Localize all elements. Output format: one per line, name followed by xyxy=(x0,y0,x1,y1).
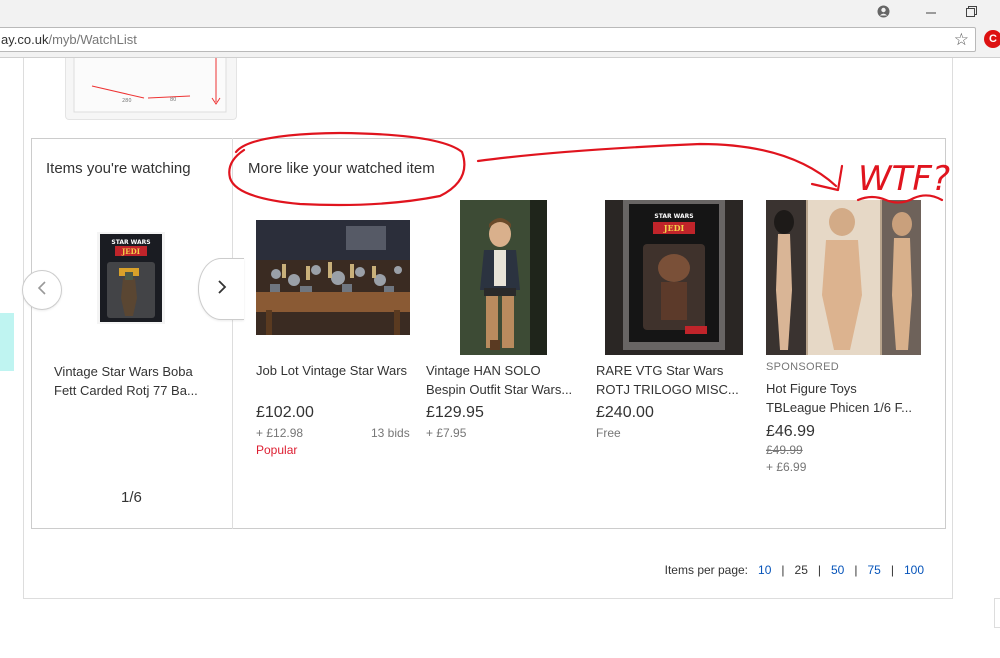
account-icon[interactable] xyxy=(868,0,898,22)
similar-item-3-price: £240.00 xyxy=(596,404,654,421)
popular-badge: Popular xyxy=(256,443,298,457)
restore-icon[interactable] xyxy=(956,0,986,22)
per-page-10[interactable]: 10 xyxy=(758,563,771,577)
per-page-25[interactable]: 25 xyxy=(795,563,808,577)
items-per-page-label: Items per page: xyxy=(664,563,749,577)
feedback-tab[interactable] xyxy=(994,598,1000,628)
similar-item-4-was-price: £49.99 xyxy=(766,443,803,457)
svg-text:JEDI: JEDI xyxy=(663,223,685,233)
pager-separator: | xyxy=(781,563,785,577)
pager-separator: | xyxy=(817,563,821,577)
boba-fett-image[interactable]: STAR WARS JEDI xyxy=(97,232,165,324)
similar-item-2-title[interactable]: Vintage HAN SOLO Bespin Outfit Star Wars… xyxy=(426,361,584,399)
job-lot-image[interactable] xyxy=(256,220,410,335)
svg-text:STAR WARS: STAR WARS xyxy=(111,239,150,246)
carousel-next-button[interactable] xyxy=(198,258,244,320)
chevron-right-icon xyxy=(217,279,227,299)
svg-text:280: 280 xyxy=(122,98,132,104)
per-page-50[interactable]: 50 xyxy=(831,563,844,577)
sponsored-label: SPONSORED xyxy=(766,361,839,373)
similar-item-4-title[interactable]: Hot Figure Toys TBLeague Phicen 1/6 F... xyxy=(766,379,924,417)
window-titlebar xyxy=(0,0,1000,22)
per-page-100[interactable]: 100 xyxy=(904,563,924,577)
similar-item-3-shipping: Free xyxy=(596,426,621,440)
watched-item-thumbnail[interactable]: 280 80 xyxy=(65,58,237,120)
module-divider xyxy=(232,138,233,529)
side-accent xyxy=(0,313,14,371)
url-text[interactable]: ay.co.uk/myb/WatchList xyxy=(0,32,137,47)
watching-heading: Items you're watching xyxy=(46,160,191,177)
han-solo-image[interactable] xyxy=(460,200,547,355)
carousel-counter: 1/6 xyxy=(121,489,142,506)
similar-heading: More like your watched item xyxy=(248,160,435,177)
bookmark-star-icon[interactable]: ☆ xyxy=(954,30,969,50)
similar-item-1-shipping: + £12.98 xyxy=(256,426,304,440)
similar-item-3-title[interactable]: RARE VTG Star Wars ROTJ TRILOGO MISC... xyxy=(596,361,754,399)
minimize-icon[interactable] xyxy=(916,0,946,22)
phicen-figure-image[interactable] xyxy=(766,200,921,355)
svg-text:STAR WARS: STAR WARS xyxy=(654,213,693,220)
items-per-page: Items per page: 10 | 25 | 50 | 75 | 100 xyxy=(665,563,924,577)
similar-item-4-shipping: + £6.99 xyxy=(766,460,807,474)
browser-toolbar: ay.co.uk/myb/WatchList ☆ xyxy=(0,22,1000,58)
per-page-75[interactable]: 75 xyxy=(867,563,880,577)
pager-separator: | xyxy=(890,563,894,577)
trilogo-image[interactable]: STAR WARS JEDI xyxy=(605,200,743,355)
extension-icon[interactable]: C xyxy=(984,30,1000,48)
similar-item-2-price: £129.95 xyxy=(426,404,484,421)
similar-item-1-price: £102.00 xyxy=(256,404,314,421)
similar-item-1-bids: 13 bids xyxy=(371,426,410,440)
similar-item-2-shipping: + £7.95 xyxy=(426,426,467,440)
chevron-left-icon xyxy=(37,280,47,300)
similar-item-1-title[interactable]: Job Lot Vintage Star Wars xyxy=(256,361,414,380)
svg-text:80: 80 xyxy=(170,97,176,103)
svg-text:JEDI: JEDI xyxy=(121,247,140,256)
address-bar[interactable]: ay.co.uk/myb/WatchList ☆ xyxy=(0,27,976,52)
pager-separator: | xyxy=(854,563,858,577)
carousel-prev-button[interactable] xyxy=(22,270,62,310)
similar-item-4-price: £46.99 xyxy=(766,423,815,440)
watching-item-title[interactable]: Vintage Star Wars Boba Fett Carded Rotj … xyxy=(54,362,214,400)
